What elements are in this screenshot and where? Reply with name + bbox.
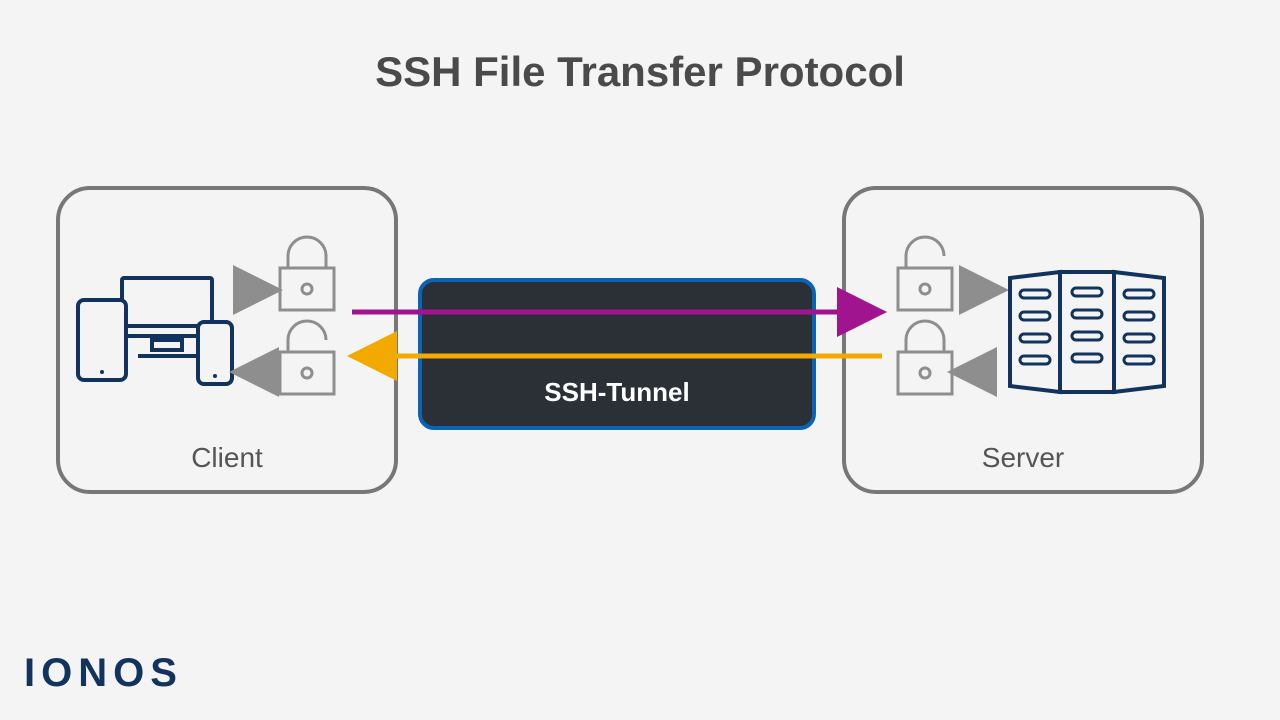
lock-open-icon bbox=[280, 321, 334, 394]
diagram-svg bbox=[0, 0, 1280, 720]
client-devices-icon bbox=[78, 278, 232, 384]
phone-icon bbox=[198, 322, 232, 384]
lock-closed-icon bbox=[898, 321, 952, 394]
server-rack-icon bbox=[1010, 272, 1164, 392]
brand-logo: IONOS bbox=[24, 651, 183, 696]
lock-closed-icon bbox=[280, 237, 334, 310]
tablet-icon bbox=[78, 300, 126, 380]
lock-open-icon bbox=[898, 237, 952, 310]
